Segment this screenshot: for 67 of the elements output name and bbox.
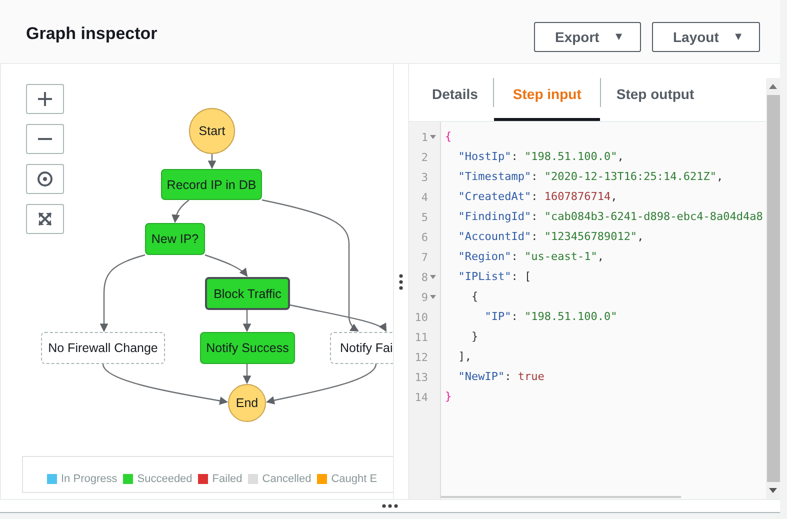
code-line: } [445, 389, 453, 405]
state-node[interactable]: Notify Fail [330, 332, 393, 364]
code-line: { [470, 289, 480, 305]
edge-arrow [242, 364, 252, 384]
code-line: "IP": "198.51.100.0" [484, 309, 618, 325]
line-number: 3 [421, 170, 428, 184]
line-number: 14 [414, 390, 428, 404]
minus-icon [37, 137, 53, 141]
terminal-node[interactable]: End [228, 384, 266, 422]
drag-handle-icon[interactable] [382, 504, 398, 508]
line-number: 6 [421, 230, 428, 244]
line-number: 5 [421, 210, 428, 224]
zoom-in-button[interactable] [26, 84, 64, 114]
code-line: "NewIP": true [457, 369, 546, 385]
state-node[interactable]: No Firewall Change [41, 332, 165, 364]
target-icon [37, 171, 53, 187]
dropdown-button[interactable]: Layout ▼ [652, 22, 760, 52]
line-number: 2 [421, 150, 428, 164]
expand-icon [38, 212, 52, 226]
scroll-down-icon[interactable] [769, 488, 777, 493]
state-node[interactable]: New IP? [145, 223, 205, 255]
legend-label: In Progress [61, 472, 118, 484]
tab[interactable]: Details [417, 64, 493, 121]
scroll-up-icon[interactable] [769, 84, 777, 89]
code-line: ], [457, 349, 472, 365]
line-number: 10 [414, 310, 428, 324]
panel-title: Graph inspector [26, 24, 158, 44]
line-number: 9 [421, 290, 428, 304]
terminal-node[interactable]: Start [189, 108, 235, 154]
code-line: "CreatedAt": 1607876714, [457, 189, 618, 205]
fold-caret-icon[interactable] [430, 275, 436, 279]
plus-icon [37, 91, 53, 107]
state-node[interactable]: Block Traffic [205, 277, 290, 310]
legend-label: Failed [212, 472, 242, 484]
legend-label: Succeeded [137, 472, 192, 484]
line-number: 4 [421, 190, 428, 204]
code-line: "FindingId": "cab084b3-6241-d898-ebc4-8a04d4a8 [457, 209, 764, 225]
fold-caret-icon[interactable] [430, 135, 436, 139]
zoom-out-button[interactable] [26, 124, 64, 154]
code-line: "Region": "us-east-1", [457, 249, 605, 265]
line-number: 1 [421, 130, 428, 144]
dropdown-button[interactable]: Export ▼ [534, 22, 641, 52]
code-line: } [470, 329, 480, 345]
legend-label: Cancelled [262, 472, 312, 484]
code-line: "AccountId": "123456789012", [457, 229, 645, 245]
fold-caret-icon[interactable] [430, 295, 436, 299]
center-button[interactable] [26, 164, 64, 194]
code-line: { [445, 129, 453, 145]
line-number: 7 [421, 250, 428, 264]
code-line: "HostIp": "198.51.100.0", [457, 149, 625, 165]
code-line: "Timestamp": "2020-12-13T16:25:14.621Z", [457, 169, 724, 185]
edge-arrow [172, 200, 190, 224]
edge-arrow [242, 310, 252, 332]
line-number: 12 [414, 350, 428, 364]
edge-arrow [208, 154, 216, 170]
line-number: 13 [414, 370, 428, 384]
edge-arrow [204, 254, 248, 277]
drag-handle-icon[interactable] [399, 274, 403, 290]
tab[interactable]: Step output [601, 64, 710, 121]
legend-label: Caught E [331, 472, 378, 484]
state-node[interactable]: Record IP in DB [161, 169, 262, 200]
code-line: "IPList": [ [457, 269, 532, 285]
scrollbar-thumb[interactable] [441, 496, 681, 498]
line-number: 11 [414, 330, 428, 344]
fit-button[interactable] [26, 204, 64, 234]
line-number: 8 [421, 270, 428, 284]
state-node[interactable]: Notify Success [200, 332, 295, 364]
